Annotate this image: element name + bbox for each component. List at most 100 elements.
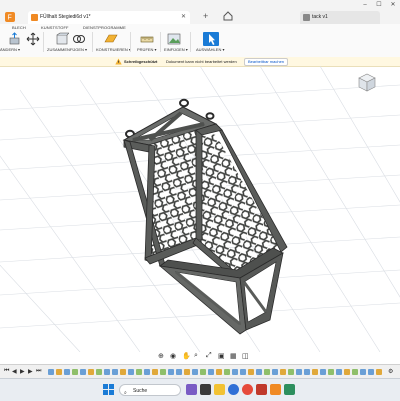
timeline-back-icon[interactable]: ◀ — [12, 368, 17, 375]
timeline-feature-icon[interactable] — [336, 369, 342, 375]
group-label-konstruieren[interactable]: KONSTRUIEREN ▾ — [96, 47, 131, 52]
press-pull-icon[interactable] — [8, 32, 22, 46]
timeline-feature-icon[interactable] — [368, 369, 374, 375]
timeline-feature-icon[interactable] — [136, 369, 142, 375]
widgets-icon[interactable] — [186, 384, 197, 395]
ribbon-divider — [190, 32, 191, 52]
timeline-feature-icon[interactable] — [160, 369, 166, 375]
timeline-start-icon[interactable]: ⏮ — [4, 368, 9, 375]
group-label-auswaehlen[interactable]: AUSWÄHLEN ▾ — [196, 47, 224, 52]
timeline-feature-icon[interactable] — [264, 369, 270, 375]
group-label-aendern[interactable]: ÄNDERN ▾ — [0, 47, 20, 52]
close-tab-icon[interactable]: ✕ — [181, 11, 186, 24]
timeline-forward-icon[interactable]: ▶ — [28, 368, 33, 375]
timeline-feature-icon[interactable] — [96, 369, 102, 375]
timeline-feature-icon[interactable] — [72, 369, 78, 375]
group-label-pruefen[interactable]: PRÜFEN ▾ — [137, 47, 157, 52]
home-icon[interactable] — [223, 11, 233, 21]
zoom-icon[interactable]: ⌕ — [194, 352, 198, 360]
chrome-icon[interactable] — [242, 384, 253, 395]
timeline-feature-icon[interactable] — [224, 369, 230, 375]
timeline-feature-icon[interactable] — [232, 369, 238, 375]
document-icon — [303, 14, 310, 21]
viewcube-icon[interactable] — [355, 70, 379, 94]
timeline-feature-icon[interactable] — [200, 369, 206, 375]
group-label-zusammenfuegen[interactable]: ZUSAMMENFÜGEN ▾ — [47, 47, 87, 52]
insert-image-icon[interactable] — [167, 32, 181, 46]
tab-kunststoff[interactable]: KUNSTSTOFF — [41, 25, 69, 30]
timeline-feature-icon[interactable] — [280, 369, 286, 375]
timeline-feature-icon[interactable] — [208, 369, 214, 375]
timeline-feature-icon[interactable] — [64, 369, 70, 375]
edge-browser-icon[interactable] — [228, 384, 239, 395]
viewports-icon[interactable]: ◫ — [242, 352, 249, 360]
fit-icon[interactable]: ⤢ — [206, 352, 212, 360]
timeline-settings-icon[interactable]: ⚙ — [388, 368, 393, 375]
pan-icon[interactable]: ✋ — [182, 352, 191, 360]
make-editable-button[interactable]: Bearbeitbar machen — [244, 58, 289, 66]
timeline-feature-icon[interactable] — [104, 369, 110, 375]
new-tab-icon[interactable]: + — [203, 11, 208, 21]
timeline-feature-icon[interactable] — [128, 369, 134, 375]
timeline-feature-icon[interactable] — [344, 369, 350, 375]
timeline-feature-icon[interactable] — [376, 369, 382, 375]
timeline-feature-icon[interactable] — [56, 369, 62, 375]
timeline-feature-icon[interactable] — [304, 369, 310, 375]
windows-start-icon[interactable] — [103, 384, 114, 395]
timeline-feature-icon[interactable] — [328, 369, 334, 375]
taskbar-search-input[interactable]: ⌕ Suche — [119, 384, 181, 396]
timeline-play-icon[interactable]: ▶ — [20, 368, 25, 375]
display-settings-icon[interactable]: ▣ — [218, 352, 225, 360]
timeline-feature-icon[interactable] — [184, 369, 190, 375]
move-icon[interactable] — [26, 32, 40, 46]
green-app-icon[interactable] — [284, 384, 295, 395]
red-app-icon[interactable] — [256, 384, 267, 395]
timeline-feature-icon[interactable] — [352, 369, 358, 375]
timeline-feature-icon[interactable] — [312, 369, 318, 375]
task-view-icon[interactable] — [200, 384, 211, 395]
timeline-feature-icon[interactable] — [120, 369, 126, 375]
tab-other-document[interactable]: tack v1 — [300, 11, 380, 24]
tab-blech[interactable]: BLECH — [12, 25, 26, 30]
file-explorer-icon[interactable] — [214, 384, 225, 395]
grid-settings-icon[interactable]: ▦ — [230, 352, 237, 360]
timeline-end-icon[interactable]: ⏭ — [36, 368, 41, 375]
timeline-feature-icon[interactable] — [168, 369, 174, 375]
3d-viewport[interactable] — [0, 66, 400, 352]
close-button[interactable]: ✕ — [386, 0, 400, 11]
tab-dienstprogramme[interactable]: DIENSTPROGRAMME — [83, 25, 126, 30]
timeline-feature-icon[interactable] — [320, 369, 326, 375]
new-component-icon[interactable] — [55, 32, 69, 46]
joint-icon[interactable] — [72, 32, 86, 46]
ribbon-toolbar: BLECH KUNSTSTOFF DIENSTPROGRAMME ÄNDERN … — [0, 24, 400, 58]
construct-plane-icon[interactable] — [104, 32, 118, 46]
select-icon[interactable] — [203, 32, 219, 46]
timeline-feature-icon[interactable] — [296, 369, 302, 375]
tab-active-document[interactable]: FÜllhalt Stegiedi6d v1* ✕ — [28, 11, 190, 24]
timeline-feature-icon[interactable] — [272, 369, 278, 375]
look-at-icon[interactable]: ◉ — [170, 352, 176, 360]
timeline-feature-icon[interactable] — [152, 369, 158, 375]
timeline-feature-icon[interactable] — [192, 369, 198, 375]
timeline-feature-icon[interactable] — [144, 369, 150, 375]
timeline-feature-icon[interactable] — [248, 369, 254, 375]
fusion-taskbar-icon[interactable] — [270, 384, 281, 395]
timeline-feature-icon[interactable] — [88, 369, 94, 375]
timeline-feature-icon[interactable] — [360, 369, 366, 375]
timeline-feature-icon[interactable] — [216, 369, 222, 375]
timeline-feature-icon[interactable] — [112, 369, 118, 375]
timeline-feature-icon[interactable] — [288, 369, 294, 375]
fusion-app-icon[interactable]: F — [5, 12, 15, 22]
timeline-feature-icon[interactable] — [80, 369, 86, 375]
measure-icon[interactable] — [140, 32, 154, 46]
timeline-feature-icon[interactable] — [176, 369, 182, 375]
timeline-feature-icon[interactable] — [48, 369, 54, 375]
orbit-icon[interactable]: ⊕ — [158, 352, 164, 360]
document-icon — [31, 14, 38, 21]
timeline-feature-icon[interactable] — [240, 369, 246, 375]
minimize-button[interactable]: – — [358, 0, 372, 11]
maximize-button[interactable]: ☐ — [372, 0, 386, 11]
group-label-einfuegen[interactable]: EINFÜGEN ▾ — [164, 47, 188, 52]
timeline-feature-icon[interactable] — [256, 369, 262, 375]
timeline-bar: ⏮ ◀ ▶ ▶ ⏭ ⚙ — [0, 364, 400, 379]
